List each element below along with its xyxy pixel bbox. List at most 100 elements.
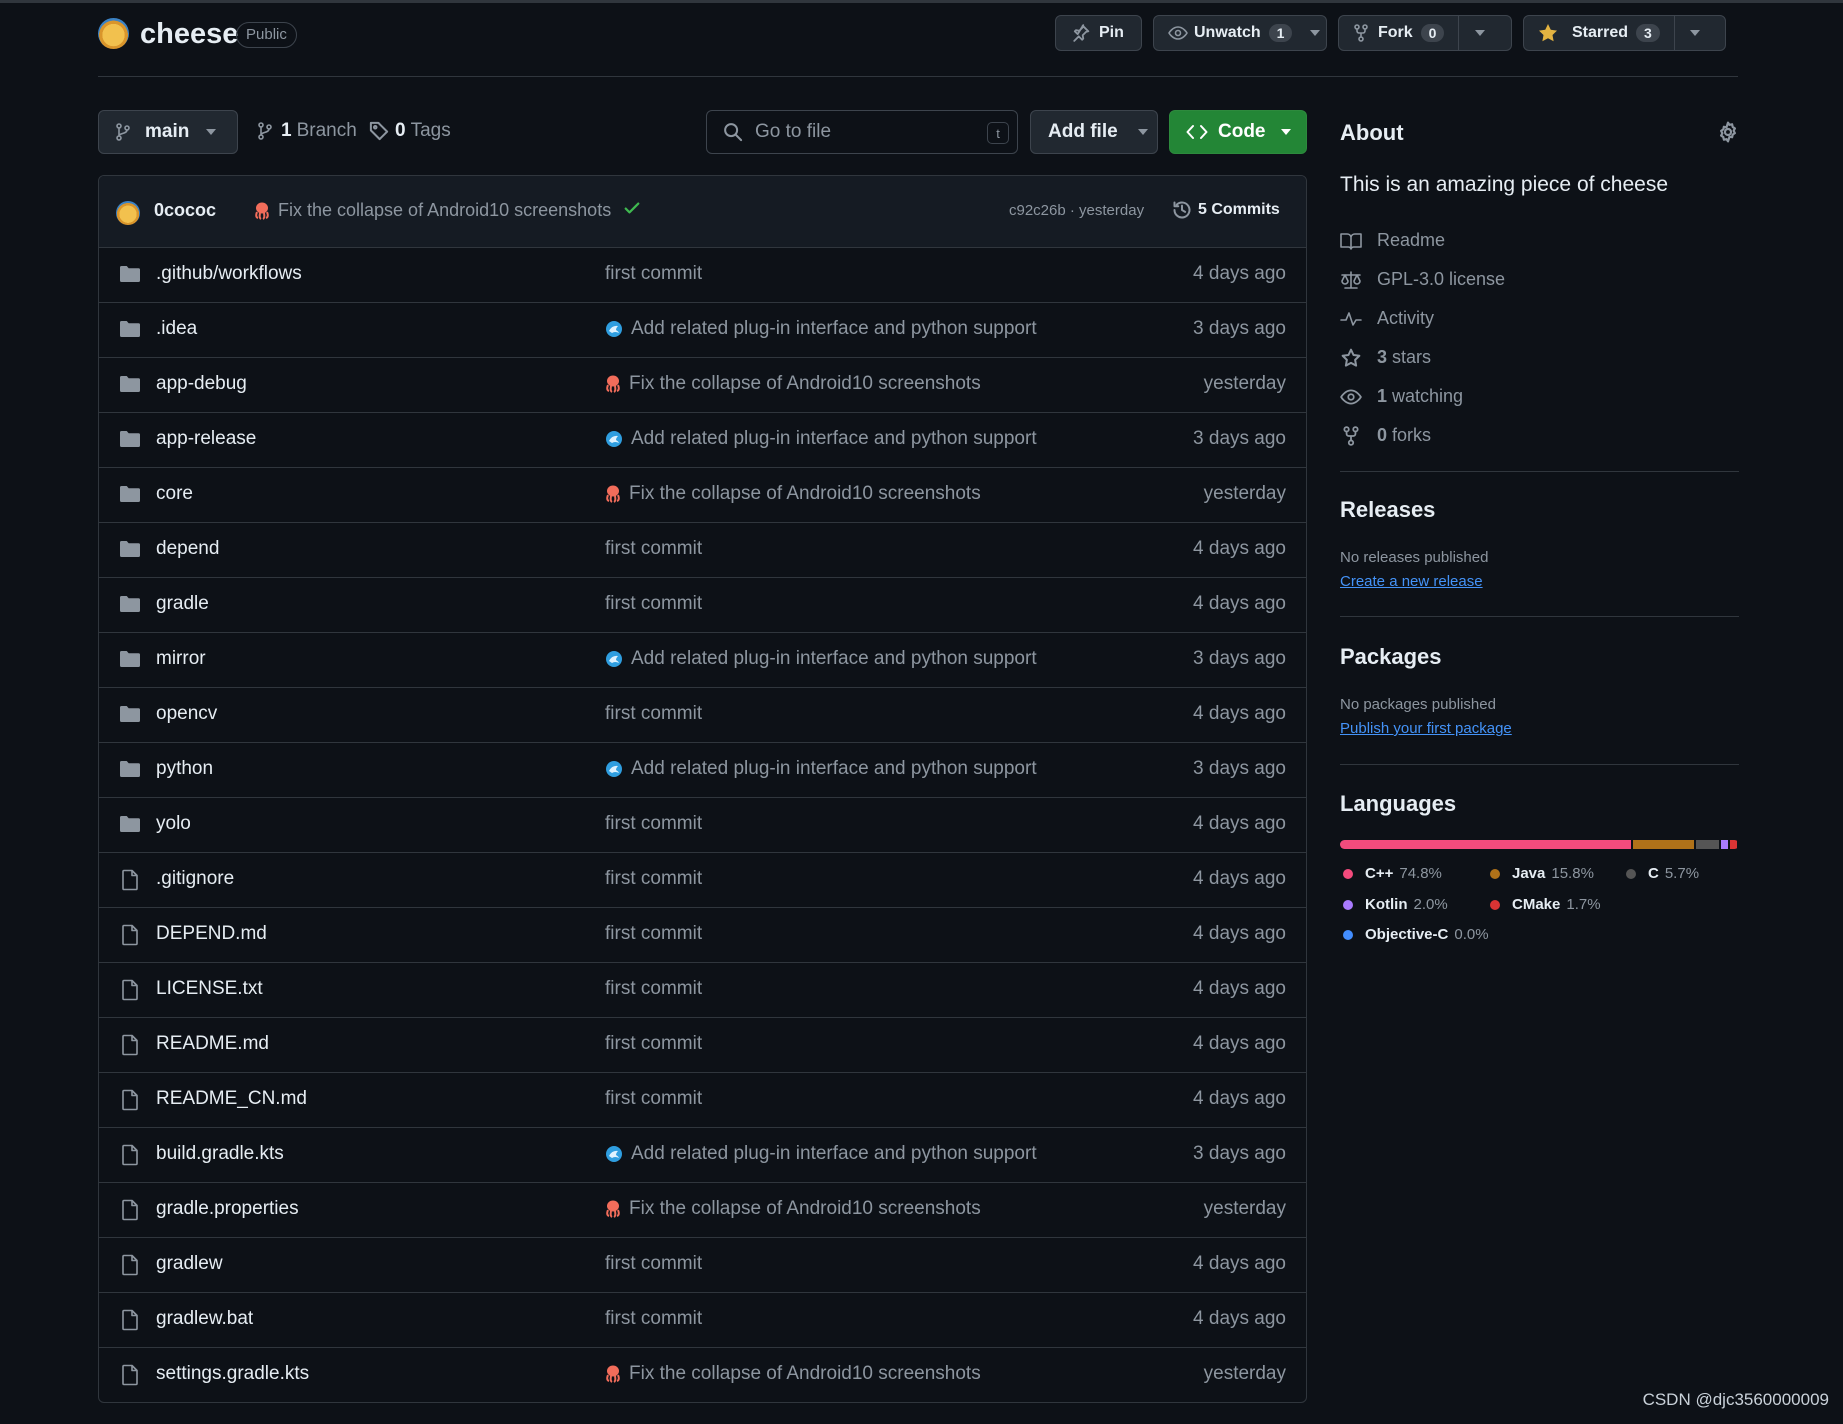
file-row[interactable]: app-debug Fix the collapse of Android10 s…: [99, 358, 1306, 413]
file-commit-message[interactable]: first commit: [605, 1253, 702, 1275]
commits-history-link[interactable]: 5 Commits: [1172, 200, 1280, 220]
pin-button[interactable]: Pin: [1055, 15, 1142, 51]
branches-link[interactable]: 1 Branch: [257, 120, 357, 142]
add-file-button[interactable]: Add file: [1030, 110, 1158, 154]
file-row[interactable]: app-release Add related plug-in interface…: [99, 413, 1306, 468]
file-row[interactable]: gradlew first commit 4 days ago: [99, 1238, 1306, 1293]
file-name[interactable]: core: [156, 483, 193, 505]
file-commit-message[interactable]: first commit: [605, 538, 702, 560]
file-commit-message[interactable]: first commit: [605, 1033, 702, 1055]
stars-link[interactable]: 3 stars: [1340, 347, 1431, 368]
file-row[interactable]: python Add related plug-in interface and …: [99, 743, 1306, 798]
packages-title[interactable]: Packages: [1340, 644, 1442, 670]
forks-link[interactable]: 0 forks: [1340, 425, 1431, 446]
file-commit-message[interactable]: first commit: [605, 1088, 702, 1110]
readme-link[interactable]: Readme: [1340, 230, 1445, 251]
file-name[interactable]: gradle.properties: [156, 1198, 299, 1220]
file-commit-message[interactable]: Add related plug-in interface and python…: [605, 1143, 1037, 1165]
file-commit-message[interactable]: first commit: [605, 263, 702, 285]
file-name[interactable]: .github/workflows: [156, 263, 302, 285]
file-name[interactable]: gradlew.bat: [156, 1308, 253, 1330]
file-name[interactable]: build.gradle.kts: [156, 1143, 284, 1165]
file-row[interactable]: mirror Add related plug-in interface and …: [99, 633, 1306, 688]
file-name[interactable]: .gitignore: [156, 868, 234, 890]
commit-message-link[interactable]: Fix the collapse of Android10 screenshot…: [254, 200, 611, 221]
file-commit-message[interactable]: Fix the collapse of Android10 screenshot…: [605, 1198, 981, 1220]
file-row[interactable]: .github/workflows first commit 4 days ago: [99, 248, 1306, 303]
language-legend-item[interactable]: Java 15.8%: [1490, 865, 1594, 882]
check-icon[interactable]: [622, 198, 642, 218]
file-name[interactable]: depend: [156, 538, 219, 560]
publish-package-link[interactable]: Publish your first package: [1340, 720, 1512, 737]
repo-name[interactable]: cheese: [140, 18, 238, 51]
file-name[interactable]: app-release: [156, 428, 256, 450]
file-name[interactable]: python: [156, 758, 213, 780]
file-name[interactable]: app-debug: [156, 373, 247, 395]
star-label[interactable]: Starred: [1572, 24, 1628, 42]
language-legend-item[interactable]: C++ 74.8%: [1343, 865, 1442, 882]
file-commit-message[interactable]: first commit: [605, 923, 702, 945]
file-name[interactable]: opencv: [156, 703, 217, 725]
file-row[interactable]: LICENSE.txt first commit 4 days ago: [99, 963, 1306, 1018]
language-legend-item[interactable]: C 5.7%: [1626, 865, 1699, 882]
fork-label[interactable]: Fork: [1378, 24, 1413, 42]
file-row[interactable]: build.gradle.kts Add related plug-in inte…: [99, 1128, 1306, 1183]
file-commit-message[interactable]: Fix the collapse of Android10 screenshot…: [605, 1363, 981, 1385]
file-commit-message[interactable]: first commit: [605, 868, 702, 890]
star-dropdown-caret[interactable]: [1689, 30, 1700, 36]
file-commit-message[interactable]: Fix the collapse of Android10 screenshot…: [605, 373, 981, 395]
file-row[interactable]: .idea Add related plug-in interface and p…: [99, 303, 1306, 358]
create-release-link[interactable]: Create a new release: [1340, 573, 1483, 590]
file-row[interactable]: opencv first commit 4 days ago: [99, 688, 1306, 743]
tags-link[interactable]: 0 Tags: [369, 120, 451, 142]
file-name[interactable]: .idea: [156, 318, 197, 340]
commit-hash-time[interactable]: c92c26b · yesterday: [1009, 202, 1144, 219]
fork-dropdown-caret[interactable]: [1475, 30, 1486, 36]
file-name[interactable]: gradlew: [156, 1253, 223, 1275]
file-row[interactable]: DEPEND.md first commit 4 days ago: [99, 908, 1306, 963]
file-name[interactable]: README_CN.md: [156, 1088, 307, 1110]
gear-icon[interactable]: [1717, 121, 1739, 143]
file-commit-message[interactable]: Add related plug-in interface and python…: [605, 648, 1037, 670]
code-button[interactable]: Code: [1169, 110, 1307, 154]
file-commit-message[interactable]: first commit: [605, 1308, 702, 1330]
file-row[interactable]: .gitignore first commit 4 days ago: [99, 853, 1306, 908]
file-commit-message[interactable]: first commit: [605, 978, 702, 1000]
file-commit-message[interactable]: first commit: [605, 593, 702, 615]
language-legend-item[interactable]: CMake 1.7%: [1490, 896, 1601, 913]
file-commit-message[interactable]: first commit: [605, 813, 702, 835]
file-row[interactable]: core Fix the collapse of Android10 screen…: [99, 468, 1306, 523]
file-commit-message[interactable]: Fix the collapse of Android10 screenshot…: [605, 483, 981, 505]
watch-button[interactable]: Unwatch 1: [1153, 15, 1327, 51]
language-legend-item[interactable]: Kotlin 2.0%: [1343, 896, 1448, 913]
language-legend-item[interactable]: Objective-C 0.0%: [1343, 926, 1489, 943]
commit-author-avatar[interactable]: [116, 201, 140, 225]
activity-link[interactable]: Activity: [1340, 308, 1434, 329]
file-name[interactable]: settings.gradle.kts: [156, 1363, 309, 1385]
file-row[interactable]: gradle first commit 4 days ago: [99, 578, 1306, 633]
file-name[interactable]: README.md: [156, 1033, 269, 1055]
file-row[interactable]: depend first commit 4 days ago: [99, 523, 1306, 578]
file-commit-message[interactable]: Add related plug-in interface and python…: [605, 428, 1037, 450]
watch-dropdown-caret[interactable]: [1310, 30, 1321, 36]
file-name[interactable]: gradle: [156, 593, 209, 615]
watching-link[interactable]: 1 watching: [1340, 386, 1463, 407]
file-name[interactable]: DEPEND.md: [156, 923, 267, 945]
file-row[interactable]: README_CN.md first commit 4 days ago: [99, 1073, 1306, 1128]
file-commit-message[interactable]: Add related plug-in interface and python…: [605, 318, 1037, 340]
license-link[interactable]: GPL-3.0 license: [1340, 269, 1505, 290]
owner-avatar[interactable]: [98, 18, 129, 49]
file-commit-message[interactable]: Add related plug-in interface and python…: [605, 758, 1037, 780]
releases-title[interactable]: Releases: [1340, 497, 1435, 523]
branch-selector[interactable]: main: [98, 110, 238, 154]
file-commit-message[interactable]: first commit: [605, 703, 702, 725]
search-input[interactable]: [753, 120, 977, 144]
file-name[interactable]: yolo: [156, 813, 191, 835]
file-row[interactable]: gradle.properties Fix the collapse of And…: [99, 1183, 1306, 1238]
file-row[interactable]: yolo first commit 4 days ago: [99, 798, 1306, 853]
file-row[interactable]: gradlew.bat first commit 4 days ago: [99, 1293, 1306, 1348]
file-row[interactable]: README.md first commit 4 days ago: [99, 1018, 1306, 1073]
commit-author[interactable]: 0cococ: [154, 200, 216, 221]
file-name[interactable]: mirror: [156, 648, 206, 670]
file-name[interactable]: LICENSE.txt: [156, 978, 263, 1000]
